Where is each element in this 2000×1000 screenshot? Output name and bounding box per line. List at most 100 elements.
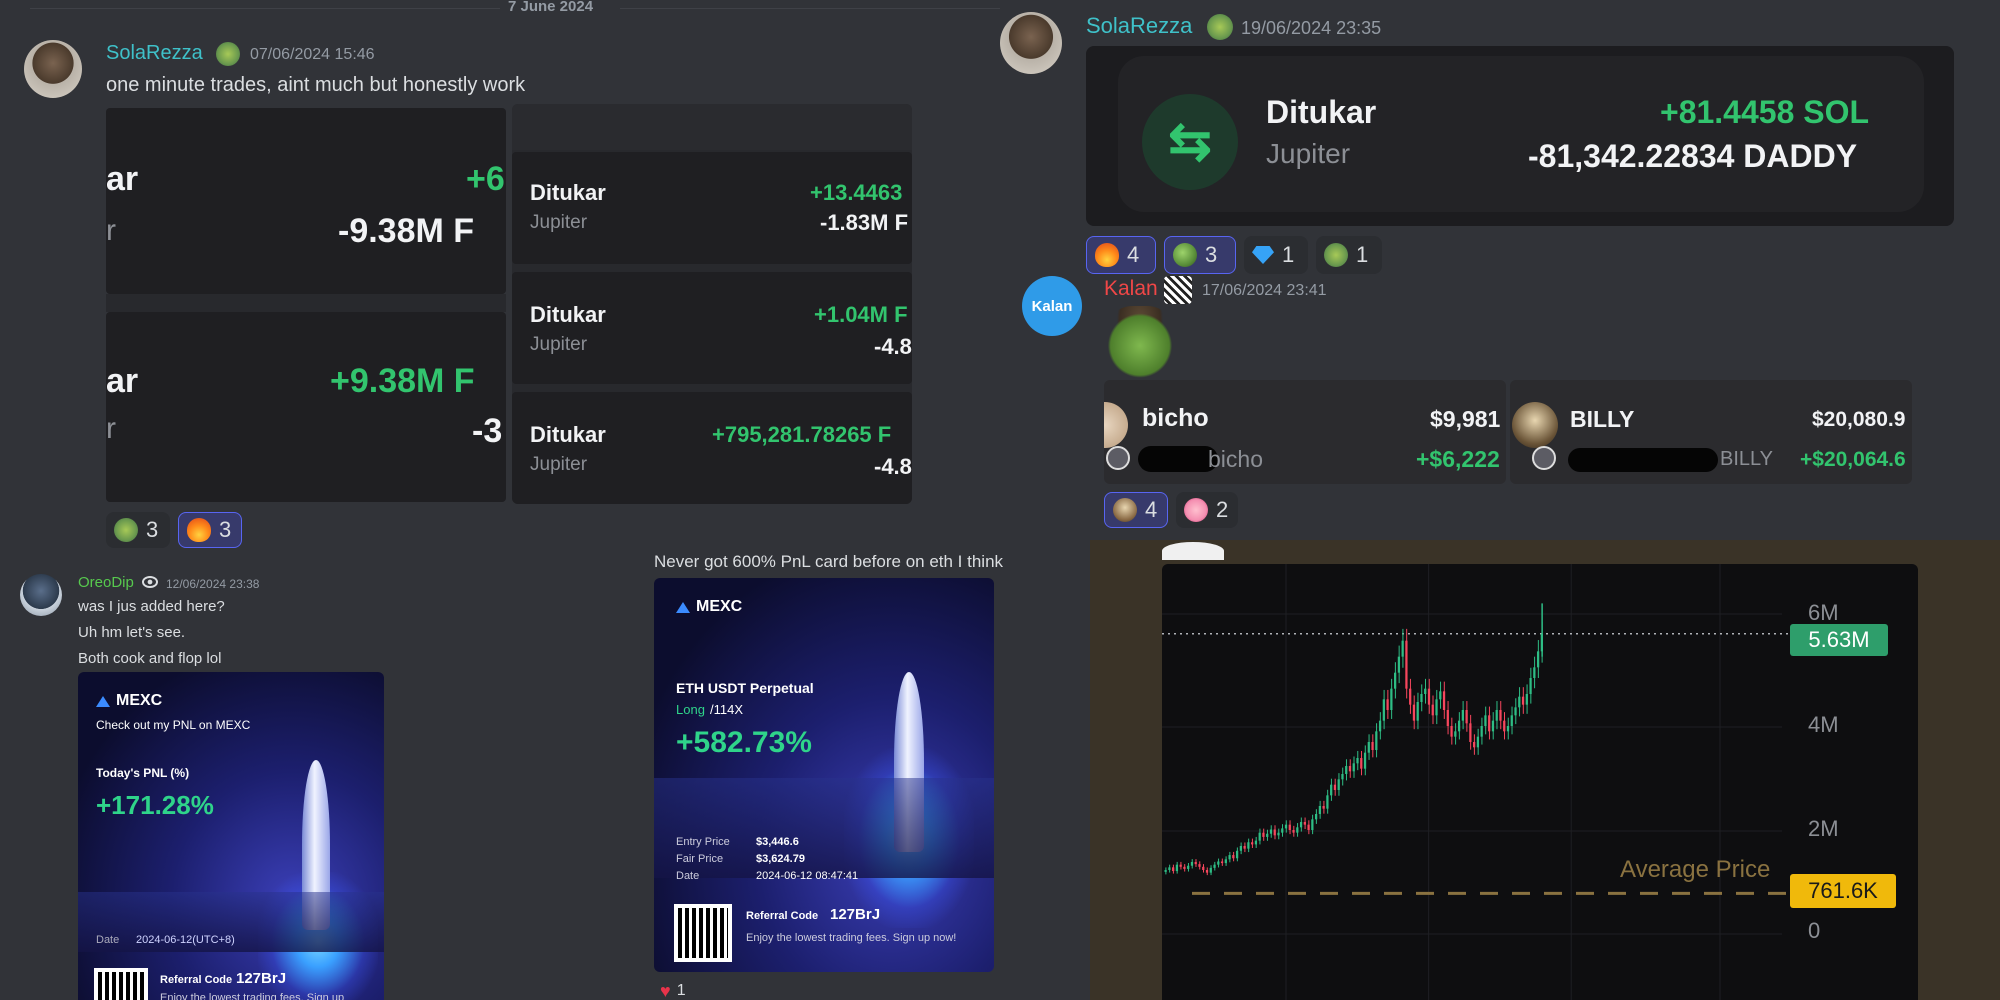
candle-body [1420, 694, 1423, 702]
reaction-heart[interactable]: ♥ 1 [660, 981, 686, 1000]
token-avatar [1512, 402, 1558, 448]
mexc-logo: MEXC [96, 692, 162, 710]
reaction-clover[interactable]: 1 [1316, 236, 1382, 274]
reaction-count: 3 [1205, 242, 1218, 267]
token-card-bicho: bicho bicho $9,981 +$6,222 [1104, 380, 1506, 484]
reaction-pepe[interactable]: 3 [1164, 236, 1236, 274]
swap-amount: -81,342.22834 DADDY [1528, 138, 1858, 174]
avatar-solarezza[interactable] [24, 40, 82, 98]
swap-sub: r [106, 214, 116, 247]
author-name[interactable]: Kalan [1104, 277, 1158, 301]
reaction-clover[interactable]: 3 [106, 512, 170, 548]
fire-emoji-icon [1095, 243, 1119, 267]
candle-body [1172, 867, 1175, 872]
swap-sub: Jupiter [530, 212, 588, 233]
candle-body [1356, 758, 1359, 764]
candle-body [1190, 862, 1194, 866]
candle-body [1168, 867, 1171, 870]
candle-body [1187, 865, 1190, 869]
candle-body [1164, 870, 1167, 872]
swap-sub: Jupiter [530, 334, 588, 355]
fair-label: Fair Price [676, 853, 724, 865]
card-subtitle: Check out my PNL on MEXC [96, 718, 251, 732]
candle-body [1442, 691, 1446, 710]
candle-body [1367, 742, 1370, 753]
reaction-pig[interactable]: 2 [1176, 492, 1238, 528]
candle-body [1510, 715, 1513, 726]
candle-body [1284, 824, 1288, 829]
candle-body [1205, 870, 1209, 873]
mexc-pnl-card-2[interactable]: MEXC ETH USDT Perpetual Long /114X +582.… [654, 578, 994, 972]
candle-body [1217, 861, 1220, 865]
stack-header [512, 104, 912, 150]
candle-body [1439, 691, 1442, 700]
mexc-logo-icon [96, 695, 110, 707]
candle-body [1514, 707, 1517, 716]
token-name: BILLY [1570, 406, 1635, 432]
candle-body [1386, 699, 1389, 710]
average-price-label: Average Price [1620, 856, 1771, 883]
swap-sub: Jupiter [1266, 138, 1351, 169]
reaction-count: 3 [146, 517, 159, 542]
candle-body [1378, 720, 1382, 732]
clover-emoji-icon [114, 518, 138, 542]
candle-body [1405, 640, 1408, 689]
candle-body [1484, 715, 1487, 726]
candle-body [1299, 822, 1303, 828]
date-label: Date [676, 870, 700, 882]
author-name[interactable]: SolaRezza [1086, 13, 1192, 39]
candle-body [1269, 829, 1273, 834]
author-name[interactable]: SolaRezza [106, 42, 203, 65]
swap-card-cropped-2: ar r +9.38M F -3 [106, 312, 506, 502]
candle-body [1198, 864, 1201, 867]
card-gap [106, 294, 506, 312]
fair-value: $3,624.79 [756, 853, 805, 865]
last-price-value: 5.63M [1808, 627, 1870, 652]
swap-amount: -4.8 [874, 454, 912, 479]
candle-body [1258, 832, 1261, 841]
avatar-solarezza[interactable] [1000, 12, 1062, 74]
candle-body [1473, 742, 1476, 748]
reaction-count: 4 [1145, 497, 1158, 522]
reaction-fire[interactable]: 4 [1086, 236, 1156, 274]
qr-code [94, 968, 148, 1000]
reaction-dog[interactable]: 4 [1104, 492, 1168, 528]
leverage: /114X [710, 702, 744, 717]
candle-body [1412, 704, 1416, 721]
candle-body [1382, 699, 1385, 721]
swap-card-1: Ditukar Jupiter +13.4463 -1.83M F [512, 152, 912, 264]
reaction-fire[interactable]: 3 [178, 512, 242, 548]
token-sub: BILLY [1720, 448, 1773, 470]
divider-line-right [620, 8, 1060, 9]
swap-amount: -4.8 [874, 334, 912, 359]
mexc-logo-icon [676, 601, 690, 613]
y-tick-label: 2M [1808, 816, 1839, 841]
candle-body [1476, 736, 1480, 748]
candle-body [1390, 688, 1393, 710]
swap-stack: Ditukar Jupiter +13.4463 -1.83M F Dituka… [512, 104, 912, 504]
candle-body [1424, 688, 1427, 694]
avatar-oreodip[interactable] [20, 574, 62, 616]
swap-amount: -9.38M F [338, 212, 475, 250]
candle-body [1521, 696, 1525, 705]
candle-body [1536, 651, 1540, 668]
swap-sub: r [106, 412, 116, 445]
price-chart: 6M 4M 2M 0 5.63M Average Price 761.6K [1162, 564, 1918, 1000]
candle-body [1243, 846, 1246, 849]
swap-gain: +81.4458 SOL [1660, 94, 1870, 130]
entry-value: $3,446.6 [756, 836, 799, 848]
y-tick-label: 6M [1808, 600, 1839, 625]
swap-gain: +1.04M F [814, 302, 908, 327]
candle-body [1318, 806, 1322, 814]
average-price-tag: 761.6K [1790, 874, 1896, 908]
fire-emoji-icon [187, 518, 211, 542]
candle-body [1239, 846, 1243, 851]
swap-name: ar [106, 160, 139, 198]
mexc-logo: MEXC [676, 598, 742, 616]
reaction-diamond[interactable]: 1 [1244, 236, 1308, 274]
author-name[interactable]: OreoDip [78, 574, 134, 591]
candle-body [1454, 731, 1457, 737]
avatar-kalan[interactable]: Kalan [1022, 276, 1082, 336]
mexc-pnl-card-1[interactable]: MEXC Check out my PNL on MEXC Today's PN… [78, 672, 384, 1000]
swap-name: Ditukar [530, 422, 606, 447]
